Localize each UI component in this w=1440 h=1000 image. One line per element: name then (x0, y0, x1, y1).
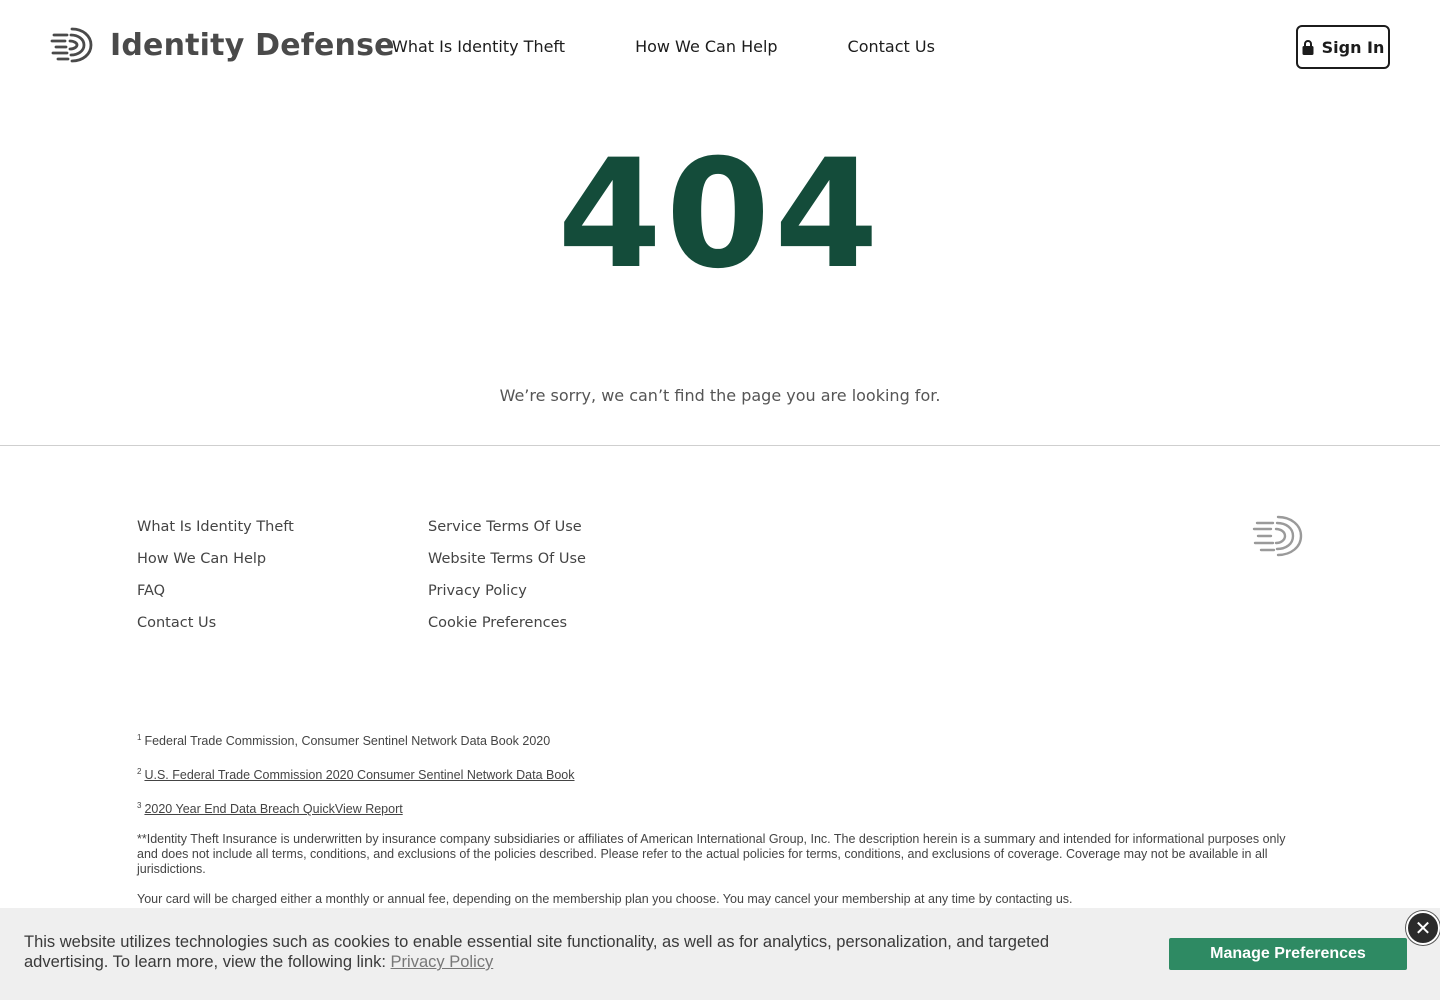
footer-link-privacy-policy[interactable]: Privacy Policy (428, 582, 586, 614)
footer-link-contact-us[interactable]: Contact Us (137, 614, 294, 646)
footer-link-website-terms[interactable]: Website Terms Of Use (428, 550, 586, 582)
footnote-text: Federal Trade Commission, Consumer Senti… (144, 734, 551, 749)
footer-fingerprint-logo-icon (1252, 515, 1303, 557)
footer-column-2: Service Terms Of Use Website Terms Of Us… (428, 518, 586, 646)
nav-what-is-identity-theft[interactable]: What Is Identity Theft (392, 37, 565, 56)
lock-icon (1302, 39, 1314, 55)
footer-link-what-is-identity-theft[interactable]: What Is Identity Theft (137, 518, 294, 550)
error-code: 404 (557, 128, 883, 302)
footnotes: 1 Federal Trade Commission, Consumer Sent… (137, 730, 1307, 922)
manage-preferences-button[interactable]: Manage Preferences (1169, 938, 1407, 970)
footnote-marker: 1 (137, 733, 142, 742)
section-divider (0, 445, 1440, 446)
main-nav: What Is Identity Theft How We Can Help C… (392, 37, 1005, 56)
error-message: We’re sorry, we can’t find the page you … (499, 386, 941, 405)
footnote-3: 3 2020 Year End Data Breach QuickView Rep… (137, 798, 1307, 817)
footnote-marker: 3 (137, 801, 142, 811)
footnote-link-breach-report[interactable]: 2020 Year End Data Breach QuickView Repo… (144, 802, 402, 816)
footer-link-how-we-can-help[interactable]: How We Can Help (137, 550, 294, 582)
site-header: Identity Defense What Is Identity Theft … (0, 0, 1440, 92)
footnote-marker: 2 (137, 767, 142, 777)
brand-logo[interactable]: Identity Defense (50, 26, 395, 64)
footnote-link-ftc-data-book[interactable]: U.S. Federal Trade Commission 2020 Consu… (144, 768, 574, 782)
sign-in-button[interactable]: Sign In (1296, 25, 1390, 69)
cookie-message: This website utilizes technologies such … (24, 932, 1134, 972)
footnote-2: 2 U.S. Federal Trade Commission 2020 Cons… (137, 764, 1307, 783)
nav-how-we-can-help[interactable]: How We Can Help (635, 37, 777, 56)
footer-link-service-terms[interactable]: Service Terms Of Use (428, 518, 586, 550)
cookie-privacy-policy-link[interactable]: Privacy Policy (391, 953, 494, 971)
footnote-1: 1 Federal Trade Commission, Consumer Sent… (137, 730, 1307, 749)
cookie-banner: This website utilizes technologies such … (0, 908, 1440, 1000)
insurance-disclaimer: **Identity Theft Insurance is underwritt… (137, 832, 1286, 877)
sign-in-label: Sign In (1321, 37, 1385, 57)
billing-disclaimer: Your card will be charged either a month… (137, 892, 1073, 907)
fingerprint-logo-icon (50, 27, 93, 63)
cookie-text: This website utilizes technologies such … (24, 933, 1050, 971)
nav-contact-us[interactable]: Contact Us (848, 37, 935, 56)
close-icon[interactable]: ✕ (1406, 911, 1440, 945)
footer-link-faq[interactable]: FAQ (137, 582, 294, 614)
footer-column-1: What Is Identity Theft How We Can Help F… (137, 518, 294, 646)
footer-link-cookie-preferences[interactable]: Cookie Preferences (428, 614, 586, 646)
brand-name: Identity Defense (110, 27, 395, 63)
